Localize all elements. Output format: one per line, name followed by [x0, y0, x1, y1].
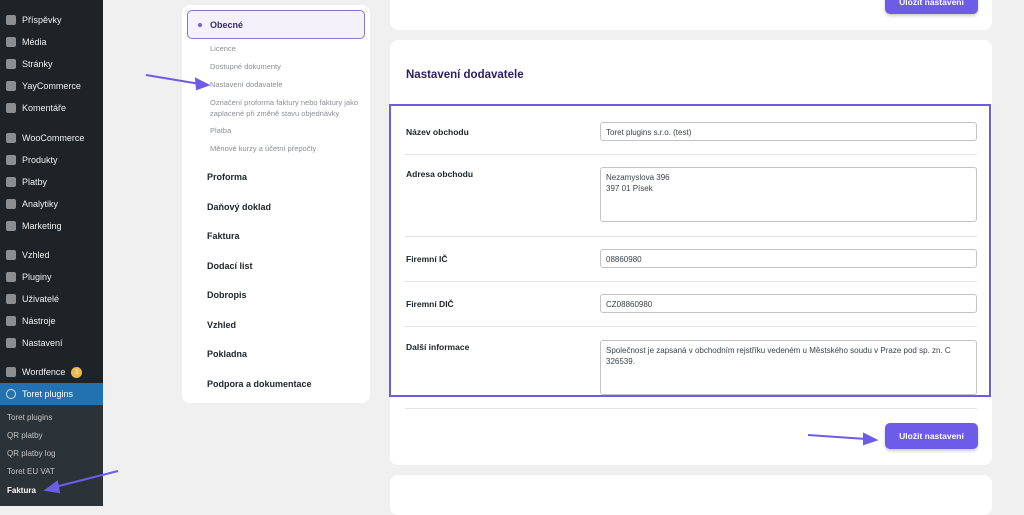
menu-label: Vzhled — [22, 250, 50, 260]
menu-icon — [6, 103, 16, 113]
bullet-icon — [198, 22, 202, 27]
menu-icon — [6, 250, 16, 260]
menu-icon — [6, 155, 16, 165]
label-nazev: Název obchodu — [406, 127, 469, 137]
divider — [405, 154, 977, 155]
nav-sub-platba[interactable]: Platba — [210, 125, 370, 136]
divider — [405, 408, 977, 409]
vat-id-input[interactable]: CZ08860980 — [600, 294, 977, 313]
label-ic: Firemní IČ — [406, 254, 448, 264]
nav-sub-licence[interactable]: Licence — [210, 43, 370, 54]
menu-icon — [6, 81, 16, 91]
admin-sidebar: Příspěvky Média Stránky YayCommerce Komentář… — [0, 0, 103, 506]
menu-item-platby[interactable]: Platby — [0, 172, 103, 192]
label-dic: Firemní DIČ — [406, 299, 454, 309]
divider — [405, 326, 977, 327]
menu-label: Uživatelé — [22, 294, 60, 304]
menu-item-vzhled[interactable]: Vzhled — [0, 245, 103, 265]
menu-item-nastroje[interactable]: Nástroje — [0, 311, 103, 331]
menu-label: Analytiky — [22, 199, 59, 209]
menu-icon — [6, 177, 16, 187]
menu-item-media[interactable]: Média — [0, 32, 103, 52]
menu-label: Nastavení — [22, 338, 63, 348]
submenu: Toret plugins QR platby QR platby log To… — [0, 405, 103, 506]
menu-icon — [6, 199, 16, 209]
company-id-input[interactable]: 08860980 — [600, 249, 977, 268]
nav-item-obecne[interactable]: Obecné — [187, 10, 365, 39]
menu-icon — [6, 37, 16, 47]
menu-item-produkty[interactable]: Produkty — [0, 150, 103, 170]
nav-sub-dodavatel[interactable]: Nastavení dodavatele — [210, 79, 370, 90]
nav-proforma[interactable]: Proforma — [207, 172, 247, 182]
menu-item-wordfence[interactable]: Wordfence 1 — [0, 362, 103, 382]
submenu-qr-platby[interactable]: QR platby — [7, 431, 43, 440]
menu-item-pluginy[interactable]: Pluginy — [0, 267, 103, 287]
nav-label: Obecné — [210, 19, 244, 30]
nav-dodaci-list[interactable]: Dodací list — [207, 261, 253, 271]
menu-icon — [6, 294, 16, 304]
menu-icon — [6, 15, 16, 25]
shop-address-textarea[interactable]: Nezamyslova 396 397 01 Písek — [600, 167, 977, 222]
menu-icon — [6, 316, 16, 326]
nav-podpora[interactable]: Podpora a dokumentace — [207, 379, 312, 389]
menu-icon — [6, 59, 16, 69]
menu-label: Wordfence — [22, 367, 66, 377]
menu-label: YayCommerce — [22, 81, 81, 91]
menu-item-uzivatele[interactable]: Uživatelé — [0, 289, 103, 309]
menu-item-komentare[interactable]: Komentáře — [0, 98, 103, 118]
menu-item-nastaveni[interactable]: Nastavení — [0, 333, 103, 353]
additional-info-textarea[interactable]: Společnost je zapsaná v obchodním rejstř… — [600, 340, 977, 395]
nav-pokladna[interactable]: Pokladna — [207, 349, 247, 359]
shop-name-input[interactable]: Toret plugins s.r.o. (test) — [600, 122, 977, 141]
menu-icon — [6, 133, 16, 143]
menu-label: Platby — [22, 177, 48, 187]
menu-item-yaycommerce[interactable]: YayCommerce — [0, 76, 103, 96]
submenu-qr-platby-log[interactable]: QR platby log — [7, 449, 55, 458]
menu-item-woocommerce[interactable]: WooCommerce — [0, 128, 103, 148]
nav-sub-oznaceni[interactable]: Označení proforma faktury nebo faktury j… — [210, 97, 360, 119]
supplier-settings-card: Nastavení dodavatele Název obchodu Toret… — [389, 40, 992, 465]
menu-icon — [6, 221, 16, 231]
save-button[interactable]: Uložit nastavení — [885, 423, 978, 449]
section-title: Nastavení dodavatele — [406, 69, 524, 81]
submenu-toret-eu-vat[interactable]: Toret EU VAT — [7, 467, 55, 476]
menu-item-analytiky[interactable]: Analytiky — [0, 194, 103, 214]
nav-vzhled[interactable]: Vzhled — [207, 320, 236, 330]
menu-label: Marketing — [22, 221, 62, 231]
divider — [405, 236, 977, 237]
menu-label: Pluginy — [22, 272, 52, 282]
menu-label: WooCommerce — [22, 133, 85, 143]
menu-label: Nástroje — [22, 316, 56, 326]
label-dalsi: Další informace — [406, 342, 470, 352]
menu-label: Média — [22, 37, 47, 47]
submenu-faktura[interactable]: Faktura — [7, 486, 36, 495]
submenu-toret-plugins[interactable]: Toret plugins — [7, 413, 52, 422]
save-button-top[interactable]: Uložit nastavení — [885, 0, 978, 14]
menu-item-marketing[interactable]: Marketing — [0, 216, 103, 236]
nav-sub-kurzy[interactable]: Měnové kurzy a účetní přepočty — [210, 143, 370, 154]
menu-icon — [6, 338, 16, 348]
divider — [405, 281, 977, 282]
label-adresa: Adresa obchodu — [406, 169, 474, 179]
menu-icon — [6, 272, 16, 282]
menu-item-stranky[interactable]: Stránky — [0, 54, 103, 74]
menu-icon — [6, 367, 16, 377]
menu-label: Komentáře — [22, 103, 67, 113]
next-card — [390, 475, 992, 515]
menu-item-prispevky[interactable]: Příspěvky — [0, 10, 103, 30]
menu-label: Příspěvky — [22, 15, 62, 25]
menu-label: Stránky — [22, 59, 53, 69]
top-card: Uložit nastavení — [390, 0, 992, 30]
nav-danovy-doklad[interactable]: Daňový doklad — [207, 202, 271, 212]
notification-badge: 1 — [71, 366, 83, 378]
menu-label: Produkty — [22, 155, 58, 165]
menu-item-toret-plugins[interactable]: Toret plugins — [0, 383, 103, 405]
nav-dobropis[interactable]: Dobropis — [207, 290, 247, 300]
menu-icon — [6, 389, 16, 399]
nav-sub-dokumenty[interactable]: Dostupné dokumenty — [210, 61, 370, 72]
nav-faktura[interactable]: Faktura — [207, 231, 240, 241]
settings-nav: Obecné Licence Dostupné dokumenty Nastav… — [182, 5, 370, 403]
menu-label: Toret plugins — [22, 389, 74, 399]
